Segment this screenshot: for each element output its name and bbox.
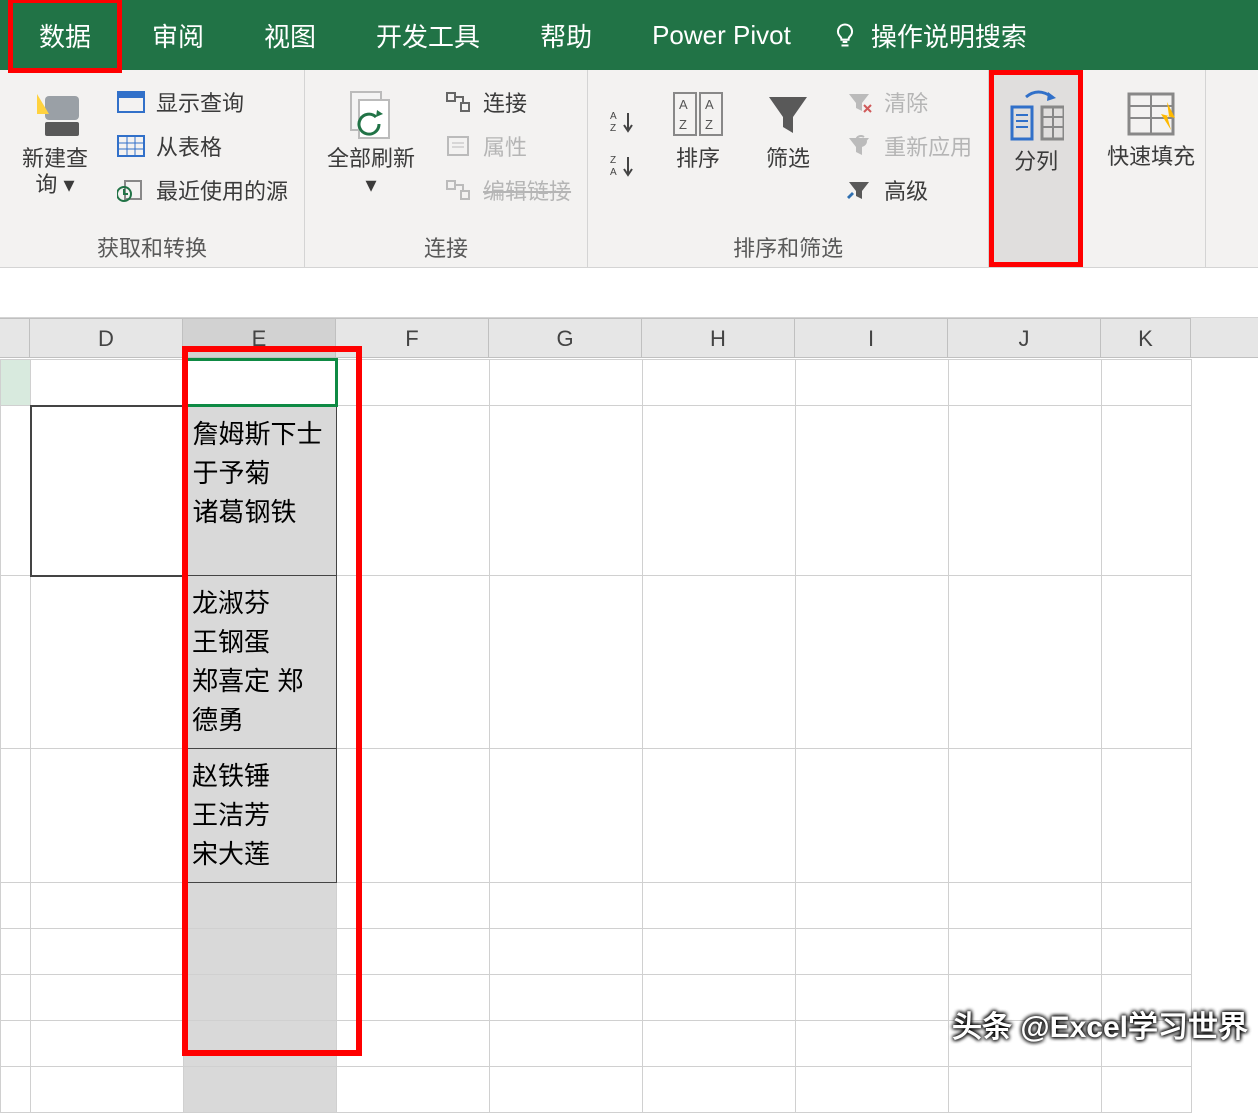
svg-text:A: A	[610, 111, 617, 122]
cell-e3[interactable]: 龙淑芬 王钢蛋 郑喜定 郑德勇	[184, 576, 337, 749]
show-queries-label: 显示查询	[156, 86, 244, 118]
edit-links-button: 编辑链接	[439, 172, 575, 208]
svg-text:A: A	[610, 167, 617, 178]
refresh-all-icon	[343, 86, 399, 142]
sort-desc-icon: ZA	[608, 154, 638, 178]
recent-sources-label: 最近使用的源	[156, 174, 288, 206]
advanced-filter-icon	[844, 178, 874, 202]
col-header-k[interactable]: K	[1101, 318, 1191, 357]
group-sort-filter: AZ ZA AZAZ 排序 筛选 清	[588, 70, 989, 267]
refresh-all-label: 全部刷新 ▾	[327, 146, 415, 199]
select-all-corner[interactable]	[0, 318, 30, 357]
group-sort-filter-label: 排序和筛选	[600, 225, 976, 267]
col-header-g[interactable]: G	[489, 318, 642, 357]
tab-help[interactable]: 帮助	[510, 0, 622, 72]
spreadsheet-grid[interactable]: 詹姆斯下士 于予菊 诸葛钢铁 龙淑芬 王钢蛋 郑喜定 郑德勇 赵铁锤 王洁芳 宋…	[0, 358, 1192, 1113]
advanced-filter-button[interactable]: 高级	[840, 172, 976, 208]
clear-filter-button: 清除	[840, 84, 976, 120]
connections-button[interactable]: 连接	[439, 84, 575, 120]
tab-powerpivot[interactable]: Power Pivot	[622, 2, 821, 69]
svg-text:Z: Z	[679, 117, 687, 132]
col-header-d[interactable]: D	[30, 318, 183, 357]
filter-icon	[760, 86, 816, 142]
group-get-transform: 新建查 询 ▾ 显示查询 从表格 最近使用的源 获取和转换	[0, 70, 305, 267]
svg-text:Z: Z	[610, 155, 616, 166]
flash-fill-button[interactable]: 快速填充	[1097, 70, 1205, 267]
tab-view[interactable]: 视图	[234, 0, 346, 72]
reapply-button: 重新应用	[840, 128, 976, 164]
new-query-label: 新建查 询 ▾	[22, 146, 88, 199]
col-header-e[interactable]: E	[183, 318, 336, 357]
sort-desc-button[interactable]: ZA	[604, 152, 642, 180]
from-table-label: 从表格	[156, 130, 222, 162]
text-to-columns-icon	[1008, 89, 1064, 145]
svg-text:A: A	[679, 97, 688, 112]
lightbulb-icon	[831, 21, 859, 49]
recent-sources-button[interactable]: 最近使用的源	[112, 172, 292, 208]
watermark: 头条 @Excel学习世界	[952, 1002, 1248, 1046]
svg-text:Z: Z	[705, 117, 713, 132]
tab-devtools[interactable]: 开发工具	[346, 0, 510, 72]
properties-button: 属性	[439, 128, 575, 164]
filter-label: 筛选	[766, 146, 810, 172]
tell-me-search[interactable]: 操作说明搜索	[831, 17, 1027, 54]
properties-icon	[443, 134, 473, 158]
group-get-transform-label: 获取和转换	[12, 225, 292, 267]
sort-button[interactable]: AZAZ 排序	[660, 80, 736, 208]
column-headers: D E F G H I J K	[0, 318, 1258, 358]
new-query-button[interactable]: 新建查 询 ▾	[12, 80, 98, 208]
svg-text:Z: Z	[610, 123, 616, 134]
spreadsheet-area: D E F G H I J K 詹姆斯下士 于予菊 诸葛钢铁 龙淑芬 王钢蛋 郑…	[0, 318, 1258, 1113]
group-data-tools: 分列 快速填充	[989, 70, 1206, 267]
clear-filter-label: 清除	[884, 86, 928, 118]
properties-label: 属性	[483, 130, 527, 162]
col-header-j[interactable]: J	[948, 318, 1101, 357]
group-connections: 全部刷新 ▾ 连接 属性 编辑链接 连接	[305, 70, 588, 267]
cell-e2[interactable]: 詹姆斯下士 于予菊 诸葛钢铁	[184, 406, 337, 576]
from-table-icon	[116, 134, 146, 158]
text-to-columns-button[interactable]: 分列	[989, 70, 1083, 267]
advanced-filter-label: 高级	[884, 174, 928, 206]
ribbon-tabs: 数据 审阅 视图 开发工具 帮助 Power Pivot 操作说明搜索	[0, 0, 1258, 70]
recent-sources-icon	[116, 178, 146, 202]
col-header-i[interactable]: I	[795, 318, 948, 357]
reapply-label: 重新应用	[884, 130, 972, 162]
tell-me-label: 操作说明搜索	[871, 17, 1027, 54]
flash-fill-label: 快速填充	[1107, 144, 1195, 170]
ribbon: 新建查 询 ▾ 显示查询 从表格 最近使用的源 获取和转换	[0, 70, 1258, 268]
formula-bar[interactable]	[0, 268, 1258, 318]
tab-data[interactable]: 数据	[8, 0, 122, 73]
col-header-h[interactable]: H	[642, 318, 795, 357]
show-queries-icon	[116, 90, 146, 114]
col-header-f[interactable]: F	[336, 318, 489, 357]
new-query-icon	[27, 86, 83, 142]
flash-fill-icon	[1123, 84, 1179, 140]
show-queries-button[interactable]: 显示查询	[112, 84, 292, 120]
svg-text:A: A	[705, 97, 714, 112]
tab-review[interactable]: 审阅	[122, 0, 234, 72]
connections-icon	[443, 90, 473, 114]
connections-label: 连接	[483, 86, 527, 118]
text-to-columns-label: 分列	[1014, 149, 1058, 175]
refresh-all-button[interactable]: 全部刷新 ▾	[317, 80, 425, 208]
sort-asc-button[interactable]: AZ	[604, 108, 642, 136]
edit-links-label: 编辑链接	[483, 174, 571, 206]
filter-button[interactable]: 筛选	[750, 80, 826, 208]
sort-label: 排序	[676, 146, 720, 172]
edit-links-icon	[443, 178, 473, 202]
reapply-icon	[844, 134, 874, 158]
cell-e4[interactable]: 赵铁锤 王洁芳 宋大莲	[184, 749, 337, 883]
sort-icon: AZAZ	[670, 86, 726, 142]
group-connections-label: 连接	[317, 225, 575, 267]
sort-asc-icon: AZ	[608, 110, 638, 134]
from-table-button[interactable]: 从表格	[112, 128, 292, 164]
clear-filter-icon	[844, 90, 874, 114]
